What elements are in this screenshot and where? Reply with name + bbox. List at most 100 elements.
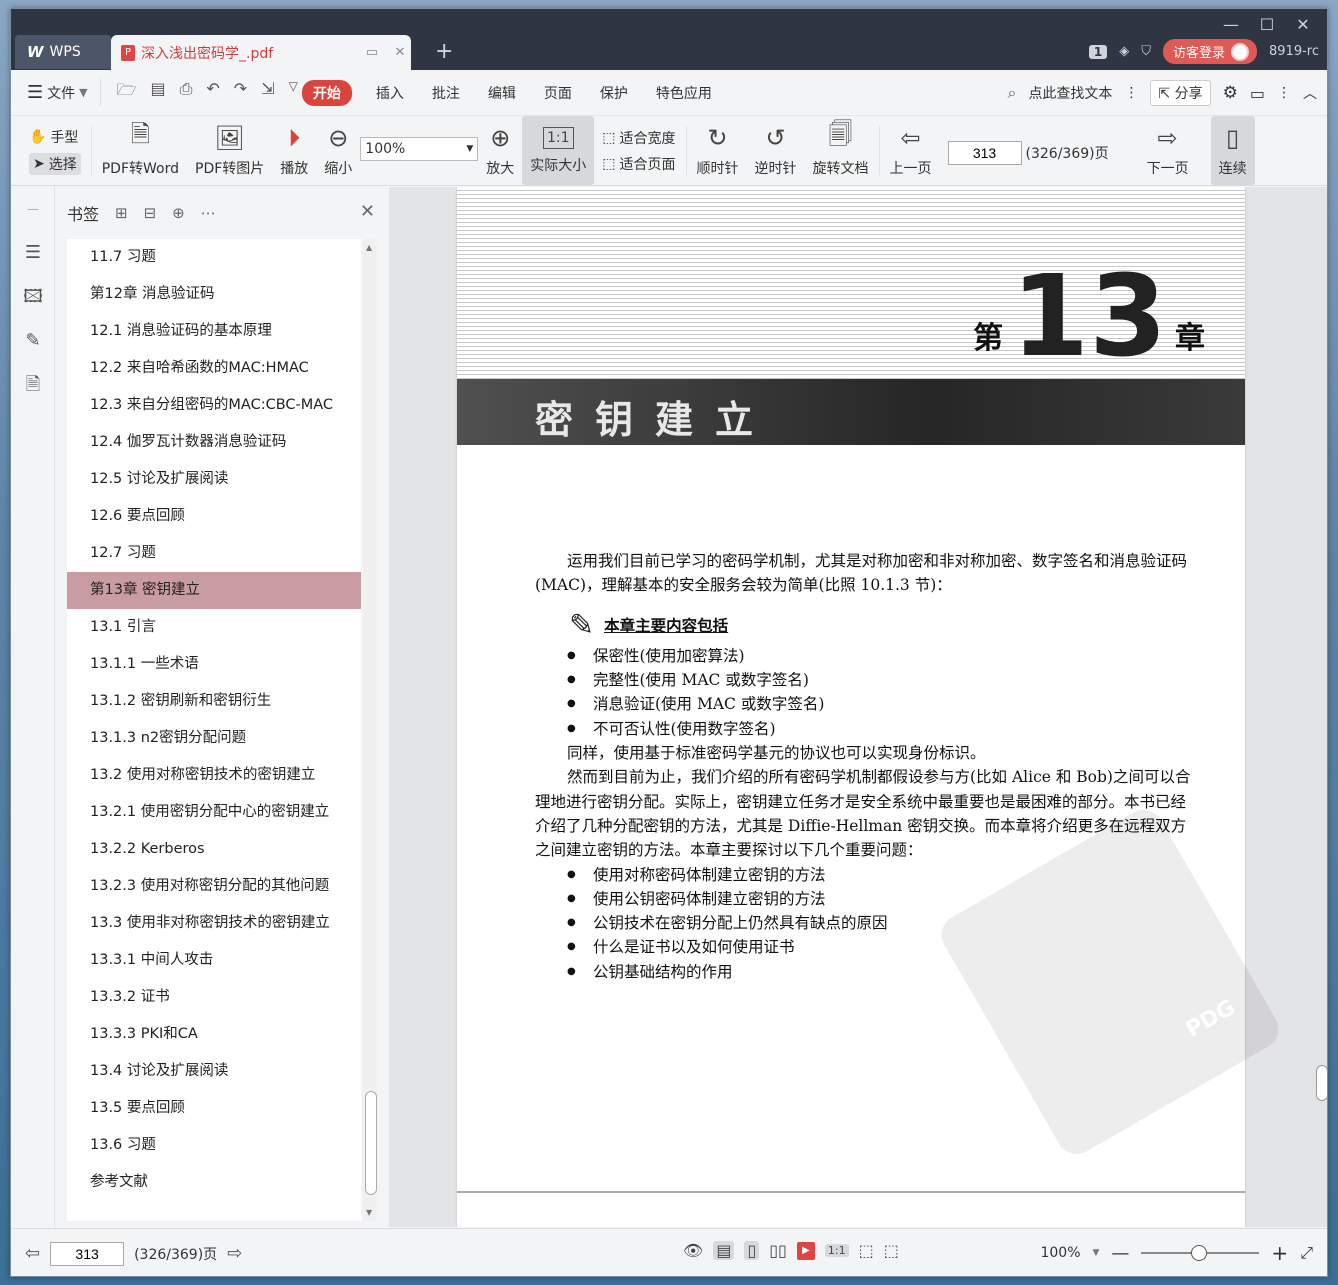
bookmark-item[interactable]: 12.5 讨论及扩展阅读 [67, 461, 361, 498]
page-number-input[interactable] [947, 140, 1022, 165]
annotation-icon[interactable]: ✎ [11, 319, 55, 363]
scroll-up-icon[interactable]: ▲ [366, 243, 372, 252]
close-tab-icon[interactable]: ✕ [389, 45, 411, 60]
settings-gear-icon[interactable]: ⚙ [1223, 83, 1238, 103]
rotate-clockwise-button[interactable]: ↻ 顺时针 [689, 116, 747, 185]
bookmark-item[interactable]: 12.4 伽罗瓦计数器消息验证码 [67, 424, 361, 461]
bookmark-item[interactable]: 12.7 习题 [67, 535, 361, 572]
prev-page-button[interactable]: ⇦ 上一页 [882, 116, 940, 185]
two-page-icon[interactable]: ▯▯ [769, 1241, 787, 1260]
fit-width-button[interactable]: ⬚ 适合宽度 [602, 128, 675, 148]
continuous-view-button[interactable]: ▯ 连续 [1210, 116, 1255, 185]
collapse-all-icon[interactable]: ⊟ [144, 204, 157, 222]
next-page-button[interactable]: ⇨ 下一页 [1117, 116, 1197, 185]
maximize-icon[interactable]: ☐ [1249, 13, 1285, 35]
status-next-icon[interactable]: ⇨ [227, 1243, 242, 1264]
zoom-select[interactable]: 100% ▼ [360, 137, 479, 161]
open-folder-icon[interactable]: 🗁 [117, 79, 137, 106]
new-tab-button[interactable]: + [435, 39, 453, 64]
share-button[interactable]: ⇱ 分享 [1150, 80, 1211, 106]
bookmark-item[interactable]: 13.3 使用非对称密钥技术的密钥建立 [67, 905, 361, 942]
tab-start[interactable]: 开始 [301, 79, 352, 106]
collapse-handle-icon[interactable]: — [11, 187, 55, 231]
bookmark-options-icon[interactable]: ⋯ [201, 204, 216, 222]
file-menu[interactable]: ☰ 文件 ▼ [11, 82, 88, 103]
pin-window-icon[interactable]: ▭ [361, 45, 383, 60]
bookmark-item[interactable]: 13.2.3 使用对称密钥分配的其他问题 [67, 868, 361, 905]
document-tab[interactable]: P 深入浅出密码学_.pdf ▭ ✕ [111, 35, 411, 70]
tab-page[interactable]: 页面 [530, 83, 586, 103]
tab-edit[interactable]: 编辑 [474, 83, 530, 103]
document-scrollbar[interactable] [1315, 187, 1327, 1227]
play-button[interactable]: ⏵ 播放 [272, 116, 316, 185]
hand-tool-button[interactable]: ✋ 手型 [29, 127, 81, 147]
expand-all-icon[interactable]: ⊞ [115, 204, 128, 222]
bookmark-item[interactable]: 13.1 引言 [67, 609, 361, 646]
bookmark-item[interactable]: 13.2.2 Kerberos [67, 831, 361, 868]
tab-annotate[interactable]: 批注 [418, 83, 474, 103]
attachment-icon[interactable]: 🗎 [11, 363, 55, 407]
document-scroll-thumb[interactable] [1316, 1065, 1327, 1101]
status-zoom-value[interactable]: 100% [1040, 1245, 1080, 1261]
bookmark-scrollbar[interactable]: ▲ ▼ [363, 239, 377, 1221]
more-vertical-icon[interactable]: ⋮ [1124, 85, 1138, 101]
actual-size-button[interactable]: 1:1 实际大小 [522, 116, 595, 185]
undo-icon[interactable]: ↶ [206, 79, 219, 106]
bookmark-item[interactable]: 13.1.3 n2密钥分配问题 [67, 720, 361, 757]
bookmark-item[interactable]: 参考文献 [67, 1164, 361, 1201]
select-tool-button[interactable]: ➤ 选择 [29, 152, 81, 175]
wps-home-tab[interactable]: W WPS [15, 35, 111, 69]
bookmark-list-icon[interactable]: ☰ [11, 231, 55, 275]
pdf-to-image-button[interactable]: 🖼 PDF转图片 [187, 116, 272, 185]
zoom-minus-icon[interactable]: — [1111, 1243, 1129, 1264]
print-icon[interactable]: ⎙ [180, 79, 193, 106]
bookmark-scroll-thumb[interactable] [365, 1091, 377, 1195]
bookmark-item[interactable]: 12.1 消息验证码的基本原理 [67, 313, 361, 350]
bookmark-item[interactable]: 12.3 来自分组密码的MAC:CBC-MAC [67, 387, 361, 424]
close-window-icon[interactable]: ✕ [1285, 13, 1321, 35]
zoom-slider[interactable] [1141, 1245, 1260, 1261]
find-text-button[interactable]: 点此查找文本 [1028, 83, 1112, 103]
zoom-plus-icon[interactable]: + [1271, 1241, 1288, 1265]
more-options-icon[interactable]: ⋮ [1277, 85, 1291, 101]
search-icon[interactable]: ⌕ [1007, 83, 1016, 103]
bookmark-item[interactable]: 12.2 来自哈希函数的MAC:HMAC [67, 350, 361, 387]
add-bookmark-icon[interactable]: ⊕ [172, 204, 185, 222]
bookmark-item[interactable]: 13.2.1 使用密钥分配中心的密钥建立 [67, 794, 361, 831]
pdf-to-word-button[interactable]: 🗎 PDF转Word [94, 116, 187, 185]
window-count-badge[interactable]: 1 [1088, 44, 1108, 59]
export-icon[interactable]: ⇲ [261, 79, 274, 106]
bookmark-item[interactable]: 13.1.1 一些术语 [67, 646, 361, 683]
zoom-slider-knob[interactable] [1191, 1245, 1208, 1261]
bookmark-item[interactable]: 13.5 要点回顾 [67, 1090, 361, 1127]
fit-page-button[interactable]: ⬚ 适合页面 [602, 154, 675, 174]
bookmark-item[interactable]: 13.2 使用对称密钥技术的密钥建立 [67, 757, 361, 794]
bookmark-item[interactable]: 13.1.2 密钥刷新和密钥衍生 [67, 683, 361, 720]
continuous-mode-icon[interactable]: ▤ [713, 1241, 735, 1260]
comment-icon[interactable]: ▭ [1250, 84, 1265, 103]
status-actual-size-icon[interactable]: 1:1 [824, 1244, 849, 1257]
more-chevron-icon[interactable]: ▽ [289, 79, 298, 106]
bookmark-item[interactable]: 第12章 消息验证码 [67, 276, 361, 313]
single-page-icon[interactable]: ▯ [744, 1241, 760, 1260]
status-page-input[interactable] [50, 1241, 125, 1266]
save-icon[interactable]: ▤ [150, 79, 165, 106]
close-panel-icon[interactable]: ✕ [360, 201, 375, 222]
bookmark-item[interactable]: 13.3.1 中间人攻击 [67, 942, 361, 979]
fullscreen-icon[interactable]: ⤢ [1300, 1243, 1313, 1263]
eye-care-icon[interactable]: 👁 [683, 1241, 703, 1260]
zoom-in-button[interactable]: ⊕ 放大 [478, 116, 522, 185]
bookmark-item[interactable]: 第13章 密钥建立 [67, 572, 361, 609]
redo-icon[interactable]: ↷ [234, 79, 247, 106]
status-fit-page-icon[interactable]: ⬚ [884, 1241, 899, 1260]
rotate-counter-button[interactable]: ↺ 逆时针 [747, 116, 805, 185]
status-play-icon[interactable]: ▶ [796, 1241, 815, 1260]
skin-icon[interactable]: ◈ [1119, 44, 1129, 59]
bookmark-item[interactable]: 12.6 要点回顾 [67, 498, 361, 535]
rotate-document-button[interactable]: 🗐 旋转文档 [805, 116, 877, 185]
collapse-ribbon-icon[interactable]: ︿ [1303, 83, 1317, 103]
thumbnail-icon[interactable]: 🖾 [11, 275, 55, 319]
bookmark-item[interactable]: 13.6 习题 [67, 1127, 361, 1164]
tab-special[interactable]: 特色应用 [642, 83, 726, 103]
bookmark-item[interactable]: 13.3.2 证书 [67, 979, 361, 1016]
